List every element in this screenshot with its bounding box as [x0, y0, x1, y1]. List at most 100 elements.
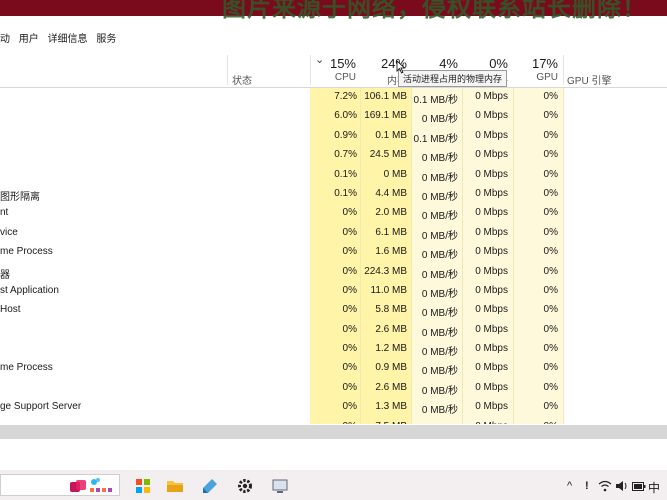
- network-cell: 0 Mbps: [475, 246, 508, 258]
- table-row[interactable]: nt 0% 2.0 MB 0 MB/秒 0 Mbps 0%: [0, 204, 667, 223]
- table-row[interactable]: 0.1% 0 MB 0 MB/秒 0 Mbps 0%: [0, 166, 667, 185]
- network-cell: 0 Mbps: [475, 149, 508, 161]
- gpu-cell: 0%: [543, 149, 558, 161]
- header-separator: [310, 55, 311, 85]
- network-cell: 0 Mbps: [475, 226, 508, 238]
- disk-cell: 0 MB/秒: [421, 269, 458, 281]
- warning-icon[interactable]: !: [585, 480, 589, 492]
- cpu-cell: 0%: [343, 421, 357, 424]
- memory-tooltip: 活动进程占用的物理内存: [398, 70, 508, 87]
- process-name-cell: nt: [0, 207, 9, 219]
- battery-icon[interactable]: [632, 482, 646, 491]
- memory-cell: 2.6 MB: [375, 323, 407, 335]
- table-row[interactable]: 0% 1.2 MB 0 MB/秒 0 Mbps 0%: [0, 340, 667, 359]
- disk-cell: 0 MB/秒: [421, 172, 458, 184]
- process-name-cell: 图形隔离: [0, 191, 40, 203]
- table-row[interactable]: 6.0% 169.1 MB 0 MB/秒 0 Mbps 0%: [0, 107, 667, 126]
- gpu-column-header[interactable]: GPU: [536, 72, 558, 83]
- watermark-text: 图片来源于网络，侵权联系站长删除！: [222, 0, 647, 22]
- cpu-cell: 0%: [342, 362, 357, 374]
- gpu-cell: 0%: [543, 91, 558, 102]
- monitor-app-icon[interactable]: [270, 476, 290, 496]
- disk-cell: 0 MB/秒: [421, 191, 458, 203]
- wifi-icon[interactable]: [598, 480, 612, 492]
- disk-cell: 0.1 MB/秒: [413, 95, 458, 106]
- gpu-cell: 0%: [543, 110, 558, 122]
- cpu-cell: 0%: [342, 284, 357, 296]
- file-explorer-icon[interactable]: [165, 476, 185, 496]
- memory-cell: 4.4 MB: [375, 187, 407, 199]
- windows-store-icon[interactable]: [133, 476, 153, 496]
- status-column-header[interactable]: 状态: [232, 72, 252, 87]
- table-row[interactable]: Host 0% 5.8 MB 0 MB/秒 0 Mbps 0%: [0, 301, 667, 320]
- gpu-cell: 0%: [543, 381, 558, 393]
- gpu-cell: 0%: [543, 168, 558, 180]
- gpu-cell: 0%: [543, 207, 558, 219]
- process-name-cell: st Application: [0, 284, 59, 296]
- tab-startup[interactable]: 动: [0, 34, 10, 45]
- table-row[interactable]: st Application 0% 11.0 MB 0 MB/秒 0 Mbps 0%: [0, 282, 667, 301]
- settings-gear-icon[interactable]: [235, 476, 255, 496]
- cpu-cell: 0%: [342, 226, 357, 238]
- network-cell: 0 Mbps: [475, 284, 508, 296]
- mouse-cursor-icon: [396, 60, 406, 74]
- network-cell: 0 Mbps: [475, 187, 508, 199]
- gpu-total-percent[interactable]: 17%: [532, 56, 558, 71]
- disk-cell: 0 MB/秒: [421, 288, 458, 300]
- cpu-cell: 0.1%: [334, 168, 357, 180]
- memory-cell: 24.5 MB: [369, 149, 407, 161]
- table-row[interactable]: 0% 2.6 MB 0 MB/秒 0 Mbps 0%: [0, 321, 667, 340]
- table-row[interactable]: me Process 0% 1.6 MB 0 MB/秒 0 Mbps 0%: [0, 243, 667, 262]
- network-cell: 0 Mbps: [475, 168, 508, 180]
- gpu-cell: 0%: [543, 226, 558, 238]
- tab-details[interactable]: 详细信息: [48, 34, 88, 45]
- table-row[interactable]: 器 0% 224.3 MB 0 MB/秒 0 Mbps 0%: [0, 263, 667, 282]
- cpu-cell: 0%: [342, 381, 357, 393]
- tab-users[interactable]: 用户: [19, 34, 39, 45]
- disk-cell: 0 MB/秒: [421, 211, 458, 223]
- network-cell: 0 Mbps: [475, 129, 508, 141]
- table-row[interactable]: 0.9% 0.1 MB 0.1 MB/秒 0 Mbps 0%: [0, 127, 667, 146]
- network-cell: 0 Mbps: [475, 207, 508, 219]
- table-row[interactable]: 图形隔离 0.1% 4.4 MB 0 MB/秒 0 Mbps 0%: [0, 185, 667, 204]
- table-row[interactable]: 7.2% 106.1 MB 0.1 MB/秒 0 Mbps 0%: [0, 88, 667, 107]
- cpu-column-header[interactable]: CPU: [335, 72, 356, 83]
- disk-cell: 0 MB/秒: [422, 421, 458, 424]
- process-name-cell: ge Support Server: [0, 401, 82, 413]
- memory-cell: 224.3 MB: [364, 265, 407, 277]
- task-manager-window: 图片来源于网络，侵权联系站长删除！ 动 用户 详细信息 服务 ⌄ 状态 15% …: [0, 0, 667, 500]
- cpu-cell: 0.7%: [334, 149, 357, 161]
- process-name-cell: me Process: [0, 246, 53, 258]
- network-total-percent[interactable]: 0%: [489, 56, 508, 71]
- memory-cell: 11.0 MB: [370, 284, 408, 296]
- sort-chevron-icon[interactable]: ⌄: [315, 53, 324, 66]
- memory-cell: 2.0 MB: [375, 207, 407, 219]
- table-row[interactable]: 0% 2.6 MB 0 MB/秒 0 Mbps 0%: [0, 379, 667, 398]
- cpu-total-percent[interactable]: 15%: [330, 56, 356, 71]
- table-row[interactable]: me Process 0% 0.9 MB 0 MB/秒 0 Mbps 0%: [0, 359, 667, 378]
- network-cell: 0 Mbps: [475, 323, 508, 335]
- network-cell: 0 Mbps: [475, 381, 508, 393]
- network-cell: 0 Mbps: [475, 110, 508, 122]
- cpu-cell: 0%: [342, 343, 357, 355]
- table-row[interactable]: 0% 7.5 MB 0 MB/秒 0 Mbps 0%: [0, 418, 667, 424]
- network-cell: 0 Mbps: [475, 265, 508, 277]
- horizontal-scrollbar[interactable]: [0, 425, 667, 439]
- memory-cell: 0 MB: [383, 168, 407, 180]
- gpu-cell: 0%: [543, 304, 558, 316]
- table-row[interactable]: ge Support Server 0% 1.3 MB 0 MB/秒 0 Mbps 0%: [0, 398, 667, 417]
- disk-cell: 0 MB/秒: [421, 405, 458, 417]
- process-name-cell: 器: [0, 269, 10, 281]
- cpu-cell: 0%: [342, 207, 357, 219]
- memory-cell: 169.1 MB: [364, 110, 407, 122]
- disk-cell: 0 MB/秒: [421, 114, 458, 126]
- input-language-indicator[interactable]: 中: [648, 479, 660, 496]
- table-row[interactable]: 0.7% 24.5 MB 0 MB/秒 0 Mbps 0%: [0, 146, 667, 165]
- notes-app-icon[interactable]: [200, 476, 220, 496]
- gpu-engine-column-header[interactable]: GPU 引擎: [567, 72, 611, 87]
- disk-total-percent[interactable]: 4%: [439, 56, 458, 71]
- speaker-icon[interactable]: [615, 480, 629, 492]
- tab-services[interactable]: 服务: [96, 34, 116, 45]
- table-row[interactable]: vice 0% 6.1 MB 0 MB/秒 0 Mbps 0%: [0, 224, 667, 243]
- chevron-up-icon[interactable]: ^: [567, 480, 572, 492]
